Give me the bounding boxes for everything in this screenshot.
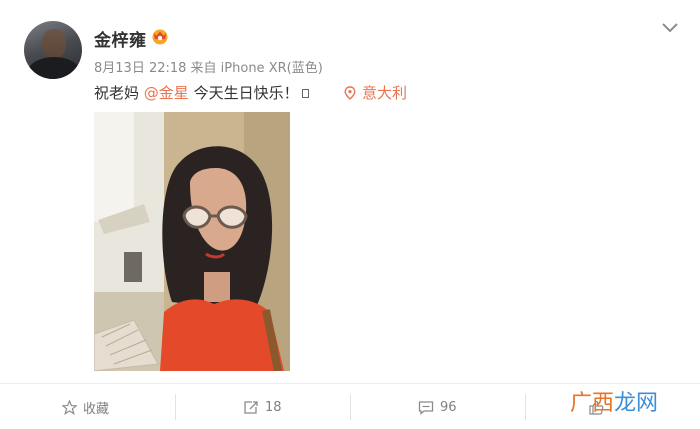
- post-text: 祝老妈 @金星 今天生日快乐！: [94, 82, 309, 103]
- vip-crown-badge-icon[interactable]: [150, 27, 170, 45]
- comment-button[interactable]: 96: [418, 394, 457, 420]
- missing-glyph-icon: [301, 89, 309, 98]
- action-separator: [525, 394, 526, 420]
- comment-icon: [418, 400, 434, 415]
- weibo-post: 金梓雍 8月13日 22:18 来自 iPhone XR(蓝色) 祝老妈 @金星…: [0, 0, 700, 429]
- mention-link[interactable]: @金星: [144, 84, 189, 102]
- repost-count: 18: [265, 399, 282, 415]
- location-pin-icon: [344, 86, 356, 100]
- favorite-button[interactable]: 收藏: [62, 394, 109, 420]
- post-text-suffix: 今天生日快乐！: [188, 84, 299, 102]
- chevron-down-icon[interactable]: [660, 20, 680, 36]
- comment-count: 96: [440, 399, 457, 415]
- action-separator: [350, 394, 351, 420]
- author-name[interactable]: 金梓雍: [94, 26, 147, 51]
- star-icon: [62, 399, 77, 415]
- photo-image: [94, 112, 290, 371]
- watermark-part1: 广西: [570, 391, 615, 416]
- watermark-part2: 龙网: [614, 391, 659, 416]
- repost-button[interactable]: 18: [243, 394, 282, 420]
- repost-icon: [244, 400, 258, 414]
- avatar[interactable]: [24, 21, 82, 79]
- post-text-prefix: 祝老妈: [94, 84, 144, 102]
- site-watermark: 广西龙网: [570, 385, 658, 417]
- action-separator: [175, 394, 176, 420]
- favorite-label: 收藏: [83, 401, 110, 417]
- location-link[interactable]: 意大利: [344, 82, 407, 103]
- post-photo[interactable]: [94, 112, 290, 371]
- post-meta: 8月13日 22:18 来自 iPhone XR(蓝色): [94, 61, 323, 76]
- location-label: 意大利: [362, 84, 408, 102]
